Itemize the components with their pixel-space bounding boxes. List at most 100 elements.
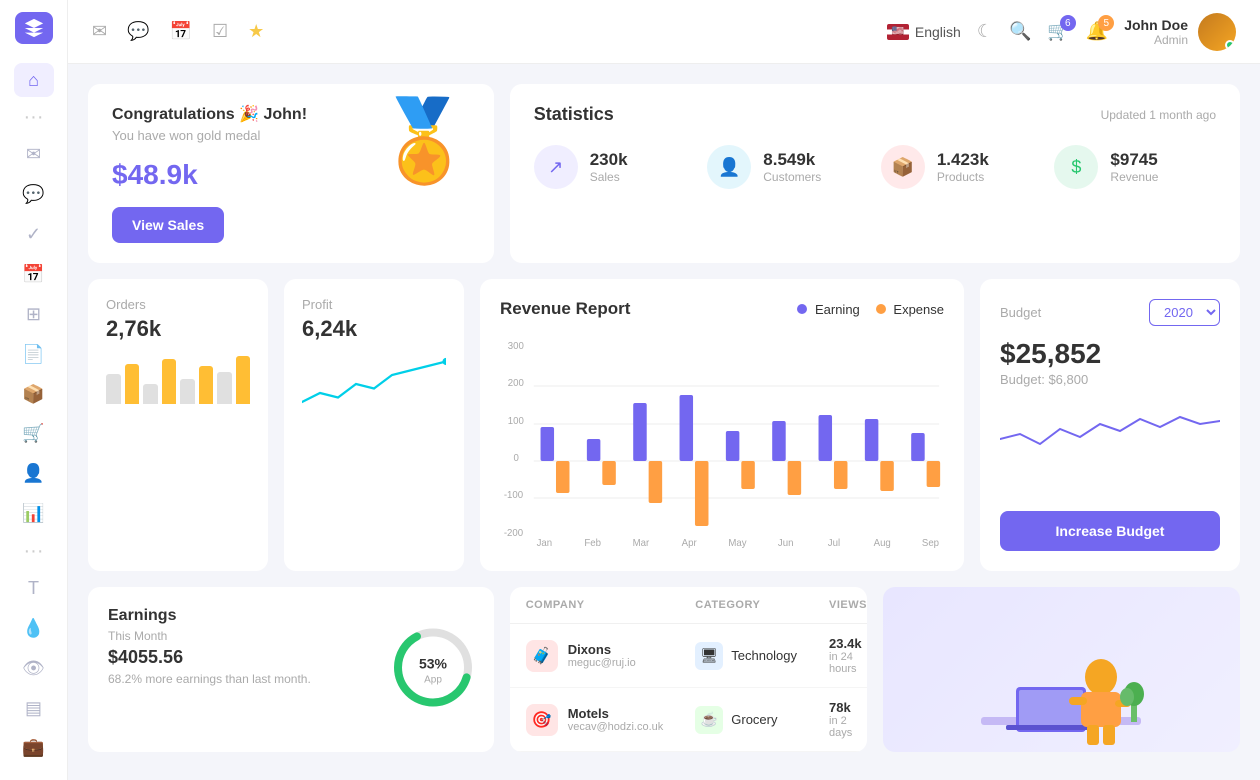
cart-button[interactable]: 🛒 6	[1047, 21, 1069, 42]
statistics-card: Statistics Updated 1 month ago ↗ 230k Sa…	[510, 84, 1240, 263]
sidebar-item-mail[interactable]: ✉	[14, 138, 54, 172]
sidebar-item-eye[interactable]: 👁	[14, 651, 54, 685]
category-icon: ☕	[695, 706, 723, 734]
revenue-header: Revenue Report Earning Expense	[500, 299, 944, 319]
company-email: vecav@hodzi.co.uk	[568, 721, 664, 733]
orders-value: 2,76k	[106, 316, 250, 342]
sidebar-item-text[interactable]: T	[14, 572, 54, 606]
page-content: Congratulations 🎉 John! You have won gol…	[68, 64, 1260, 780]
sidebar-item-docs[interactable]: 📄	[14, 337, 54, 371]
sidebar-item-home[interactable]: ⌂	[14, 63, 54, 97]
donut-chart: 53% App	[388, 622, 478, 717]
col-views: VIEWS	[813, 587, 867, 624]
revenue-title: Revenue Report	[500, 299, 630, 319]
year-select[interactable]: 2020 2021 2022	[1149, 299, 1220, 326]
user-profile[interactable]: John Doe Admin	[1124, 13, 1236, 51]
calendar-icon[interactable]: 📅	[170, 21, 192, 42]
earning-dot	[797, 304, 807, 314]
star-icon[interactable]: ★	[248, 21, 264, 42]
revenue-chart: 300 200 100 0 -100 -200	[500, 331, 944, 551]
sidebar-item-drop[interactable]: 💧	[14, 611, 54, 645]
avatar[interactable]	[1198, 13, 1236, 51]
sidebar-item-packages[interactable]: 📦	[14, 377, 54, 411]
category-name: Technology	[731, 648, 797, 663]
profit-title: Profit	[302, 297, 446, 312]
stat-sales-label: Sales	[590, 170, 628, 184]
logo[interactable]	[15, 12, 53, 44]
category-cell: ☕ Grocery	[679, 688, 813, 752]
svg-text:Aug: Aug	[874, 538, 891, 549]
svg-text:0: 0	[514, 453, 520, 464]
stat-products-text: 1.423k Products	[937, 150, 989, 184]
stat-products-value: 1.423k	[937, 150, 989, 170]
online-indicator	[1225, 40, 1235, 50]
earnings-card: Earnings This Month $4055.56 68.2% more …	[88, 587, 494, 752]
sidebar-item-calendar[interactable]: 📅	[14, 258, 54, 292]
table-row: 🎯 Motels vecav@hodzi.co.uk	[510, 688, 867, 752]
revenue-legend: Earning Expense	[797, 302, 944, 317]
language-selector[interactable]: 🇺🇸 English	[887, 24, 961, 40]
header-nav-icons: ✉ 💬 📅 ☑ ★	[92, 21, 264, 42]
header-right: 🇺🇸 English ☾ 🔍 🛒 6 🔔 5 John Doe Admin	[887, 13, 1236, 51]
views-sub: in 24 hours	[829, 651, 867, 675]
sidebar-item-grid[interactable]: ⊞	[14, 297, 54, 331]
sidebar-item-reports[interactable]: 📊	[14, 497, 54, 531]
views-value: 23.4k	[829, 636, 867, 651]
chat-icon[interactable]: 💬	[127, 21, 149, 42]
svg-text:-200: -200	[504, 528, 524, 539]
svg-text:100: 100	[508, 416, 525, 427]
svg-text:Sep: Sep	[922, 538, 940, 549]
stat-customers-label: Customers	[763, 170, 821, 184]
stats-updated: Updated 1 month ago	[1101, 108, 1216, 122]
orders-chart	[106, 354, 250, 404]
views-sub: in 2 days	[829, 715, 867, 739]
company-cell: 🧳 Dixons meguc@ruj.io	[510, 624, 680, 688]
sales-icon: ↗	[534, 145, 578, 189]
svg-text:-100: -100	[504, 490, 524, 501]
svg-text:App: App	[424, 674, 442, 685]
company-info: Motels vecav@hodzi.co.uk	[568, 706, 664, 733]
sidebar-item-layers[interactable]: ▤	[14, 691, 54, 725]
companies-table: COMPANY CATEGORY VIEWS REVENUE SALES	[510, 587, 867, 752]
increase-budget-button[interactable]: Increase Budget	[1000, 511, 1220, 551]
budget-detail: Budget: $6,800	[1000, 372, 1220, 387]
sidebar-item-chat[interactable]: 💬	[14, 178, 54, 212]
search-icon[interactable]: 🔍	[1009, 21, 1031, 42]
mail-icon[interactable]: ✉	[92, 21, 107, 42]
sidebar-item-tasks[interactable]: ✓	[14, 218, 54, 252]
sidebar-item-briefcase[interactable]: 💼	[14, 731, 54, 765]
user-name: John Doe	[1124, 17, 1188, 33]
stats-title: Statistics	[534, 104, 614, 125]
svg-text:Feb: Feb	[584, 538, 601, 549]
stats-grid: ↗ 230k Sales 👤 8.549k Customers	[534, 145, 1216, 189]
bar-8	[236, 356, 251, 404]
bar-4	[162, 359, 177, 404]
sidebar-item-cart[interactable]: 🛒	[14, 417, 54, 451]
category-icon: 🖥	[695, 642, 723, 670]
bar-6	[199, 366, 214, 404]
customers-icon: 👤	[707, 145, 751, 189]
view-sales-button[interactable]: View Sales	[112, 207, 224, 243]
stat-customers-value: 8.549k	[763, 150, 821, 170]
check-icon[interactable]: ☑	[212, 21, 228, 42]
stat-products-label: Products	[937, 170, 989, 184]
illustration-card	[883, 587, 1240, 752]
svg-text:Apr: Apr	[682, 538, 698, 549]
col-category: CATEGORY	[679, 587, 813, 624]
sidebar-item-users[interactable]: 👤	[14, 457, 54, 491]
svg-text:Jul: Jul	[828, 538, 840, 549]
company-email: meguc@ruj.io	[568, 657, 636, 669]
notifications-button[interactable]: 🔔 5	[1086, 21, 1108, 42]
svg-text:May: May	[728, 538, 746, 549]
svg-text:Jan: Jan	[537, 538, 553, 549]
views-value: 78k	[829, 700, 867, 715]
profit-chart	[302, 354, 446, 414]
stat-customers-text: 8.549k Customers	[763, 150, 821, 184]
table-row: 🧳 Dixons meguc@ruj.io	[510, 624, 867, 688]
moon-icon[interactable]: ☾	[977, 21, 993, 42]
budget-year-label: Budget	[1000, 305, 1041, 320]
profit-card: Profit 6,24k	[284, 279, 464, 571]
user-role: Admin	[1124, 33, 1188, 47]
company-cell: 🎯 Motels vecav@hodzi.co.uk	[510, 688, 680, 752]
sidebar: ⌂ ··· ✉ 💬 ✓ 📅 ⊞ 📄 📦 🛒 👤 📊 ··· T 💧 👁 ▤ 💼	[0, 0, 68, 780]
